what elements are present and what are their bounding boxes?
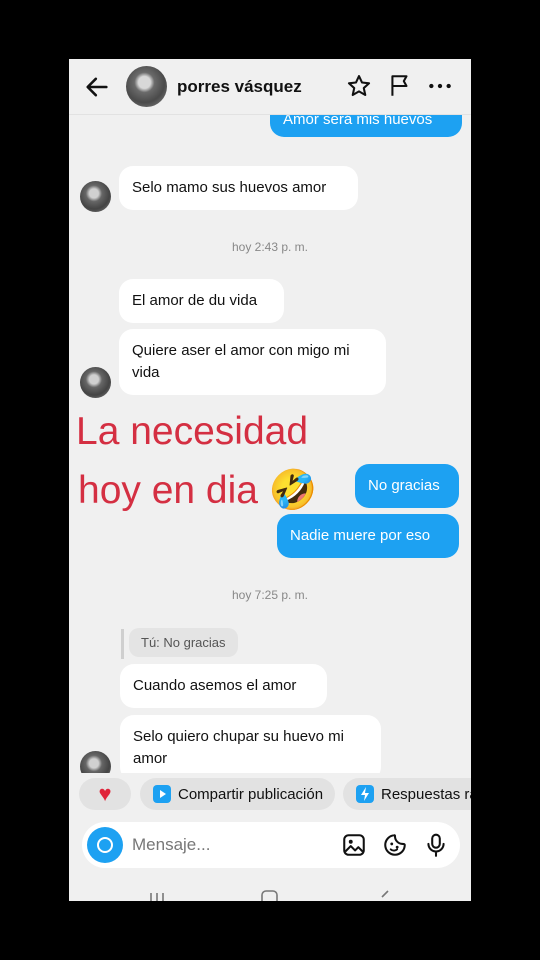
- message-received[interactable]: Quiere aser el amor con migo mi vida: [119, 329, 386, 395]
- heart-icon: ♥: [98, 781, 112, 806]
- microphone-icon[interactable]: [423, 832, 449, 858]
- quick-responses-button[interactable]: Respuestas rá: [343, 778, 471, 810]
- gallery-icon[interactable]: [341, 832, 367, 858]
- back-arrow-icon[interactable]: [83, 73, 111, 101]
- contact-name[interactable]: porres vásquez: [177, 77, 302, 97]
- reply-quote[interactable]: Tú: No gracias: [129, 628, 238, 657]
- contact-avatar-small[interactable]: [80, 181, 111, 212]
- chat-header: porres vásquez: [69, 59, 471, 115]
- overlay-caption-line1: La necesidad: [76, 410, 309, 453]
- timestamp: hoy 2:43 p. m.: [231, 240, 309, 254]
- overlay-caption-line2: hoy en dia 🤣: [78, 469, 318, 512]
- share-post-label: Compartir publicación: [178, 785, 324, 803]
- contact-avatar-small[interactable]: [80, 367, 111, 398]
- quick-responses-label: Respuestas rá: [381, 785, 471, 803]
- camera-icon[interactable]: [87, 827, 123, 863]
- quick-actions-bar: ♥ Compartir publicación Respuestas rá: [69, 773, 471, 817]
- sticker-icon[interactable]: [382, 832, 408, 858]
- reply-indicator: [121, 629, 124, 659]
- timestamp: hoy 7:25 p. m.: [231, 588, 309, 602]
- message-sent[interactable]: Nadie muere por eso: [277, 514, 459, 558]
- message-received[interactable]: El amor de du vida: [119, 279, 284, 323]
- contact-avatar[interactable]: [126, 66, 167, 107]
- heart-button[interactable]: ♥: [79, 778, 131, 810]
- message-received[interactable]: Cuando asemos el amor: [120, 664, 327, 708]
- message-input[interactable]: Mensaje...: [132, 835, 210, 855]
- flag-icon[interactable]: [387, 73, 413, 99]
- system-nav-bar: [69, 879, 471, 901]
- nav-buttons-icon[interactable]: [69, 879, 471, 901]
- lightning-icon: [356, 785, 374, 803]
- star-icon[interactable]: [346, 73, 372, 99]
- play-icon: [153, 785, 171, 803]
- message-received[interactable]: Selo quiero chupar su huevo mi amor: [120, 715, 381, 781]
- message-sent[interactable]: No gracias: [355, 464, 459, 508]
- message-received[interactable]: Selo mamo sus huevos amor: [119, 166, 358, 210]
- message-composer: Mensaje...: [82, 822, 460, 868]
- more-options-icon[interactable]: [427, 73, 453, 99]
- share-post-button[interactable]: Compartir publicación: [140, 778, 335, 810]
